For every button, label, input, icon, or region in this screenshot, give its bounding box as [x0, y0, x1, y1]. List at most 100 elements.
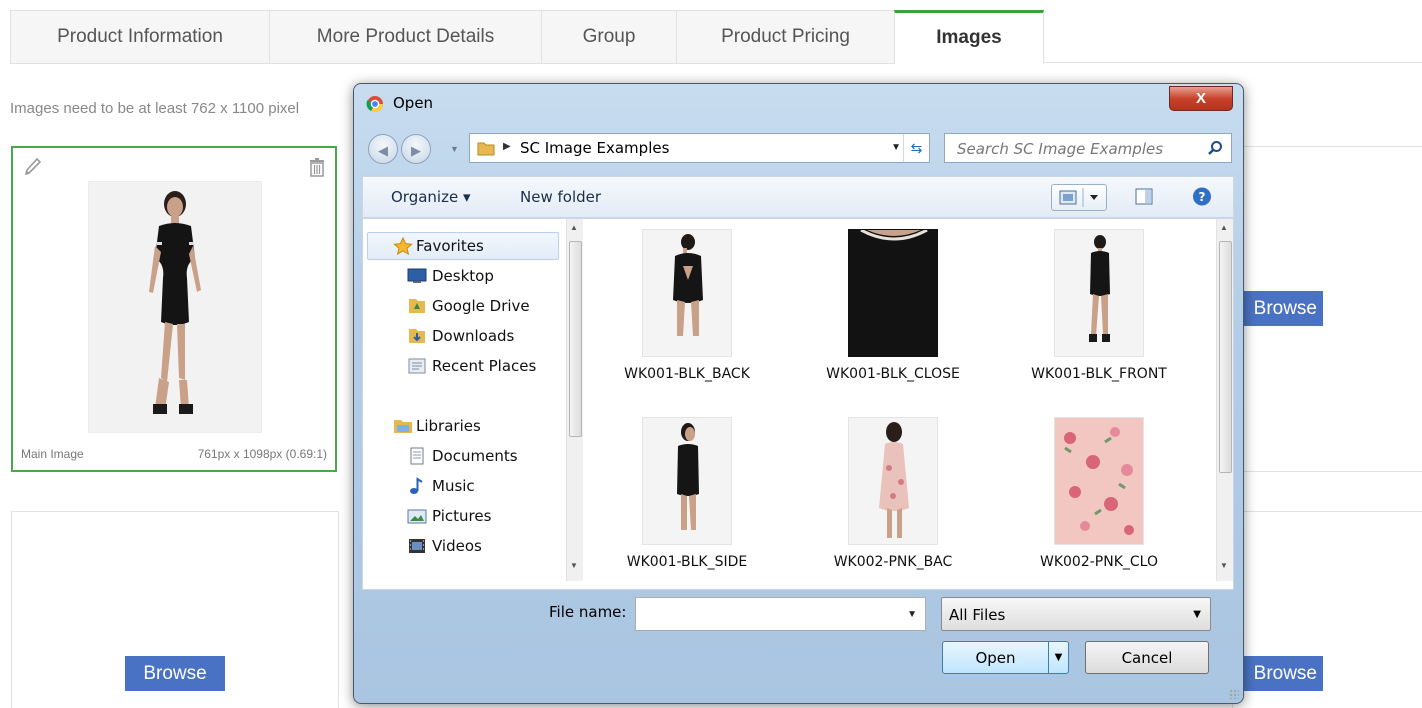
- open-file-dialog: Open X ◀ ▶ ▼ ▶ SC Image Examples ▼ ⇆ Sea…: [353, 83, 1244, 704]
- search-icon[interactable]: [1207, 140, 1223, 156]
- file-item[interactable]: WK002-PNK_CLO: [1029, 417, 1169, 571]
- navigation-scrollbar[interactable]: ▲ ▼: [566, 219, 583, 581]
- main-image-dimensions: 761px x 1098px (0.69:1): [197, 447, 327, 461]
- file-type-dropdown-icon[interactable]: ▼: [1193, 609, 1201, 620]
- nav-favorites[interactable]: Favorites: [416, 237, 484, 255]
- tab-images[interactable]: Images: [894, 10, 1044, 64]
- file-name[interactable]: WK001-BLK_FRONT: [1029, 365, 1169, 383]
- tab-more-product-details[interactable]: More Product Details: [269, 10, 542, 64]
- file-name[interactable]: WK002-PNK_BAC: [823, 553, 963, 571]
- search-placeholder[interactable]: Search SC Image Examples: [957, 140, 1163, 158]
- desktop-icon: [407, 267, 427, 285]
- file-thumbnail: [848, 417, 938, 545]
- file-type-select[interactable]: All Files ▼: [941, 597, 1211, 631]
- cancel-button[interactable]: Cancel: [1085, 641, 1209, 674]
- file-type-value[interactable]: All Files: [949, 606, 1005, 624]
- help-icon[interactable]: ?: [1189, 184, 1217, 211]
- tab-group[interactable]: Group: [541, 10, 677, 64]
- image-requirements-notice: Images need to be at least 762 x 1100 pi…: [10, 100, 300, 117]
- star-icon: [393, 236, 413, 255]
- file-name[interactable]: WK002-PNK_CLO: [1029, 553, 1169, 571]
- file-list-scrollbar[interactable]: ▲ ▼: [1216, 219, 1233, 581]
- scroll-down-icon[interactable]: ▼: [1220, 561, 1228, 570]
- resize-grip-icon[interactable]: [1229, 689, 1239, 699]
- file-name[interactable]: WK001-BLK_CLOSE: [823, 365, 963, 383]
- nav-recent-places[interactable]: Recent Places: [432, 357, 536, 375]
- scroll-down-icon[interactable]: ▼: [570, 561, 578, 570]
- open-button-label[interactable]: Open: [975, 649, 1015, 667]
- main-image-card[interactable]: Main Image 761px x 1098px (0.69:1): [11, 146, 337, 472]
- file-name-input[interactable]: ▼: [635, 597, 926, 631]
- back-arrow-icon: ◀: [378, 143, 388, 158]
- preview-pane-icon[interactable]: [1131, 184, 1159, 211]
- open-options-dropdown-icon[interactable]: ▼: [1048, 642, 1068, 673]
- tab-product-information[interactable]: Product Information: [10, 10, 270, 64]
- file-thumbnail: [1054, 417, 1144, 545]
- history-dropdown-icon[interactable]: ▼: [450, 144, 459, 154]
- view-options-button[interactable]: [1051, 184, 1107, 211]
- file-name[interactable]: WK001-BLK_SIDE: [617, 553, 757, 571]
- file-item[interactable]: WK001-BLK_FRONT: [1029, 229, 1169, 383]
- image-slot-right-bottom: Browse: [1232, 511, 1422, 708]
- file-item[interactable]: WK001-BLK_SIDE: [617, 417, 757, 571]
- videos-icon: [407, 537, 427, 555]
- file-thumbnail: [642, 229, 732, 357]
- tab-divider: [1044, 62, 1422, 63]
- dialog-body: Favorites Desktop Google Drive Downloads…: [362, 218, 1234, 590]
- file-thumbnail: [642, 417, 732, 545]
- address-bar[interactable]: ▶ SC Image Examples ▼ ⇆: [469, 133, 930, 163]
- navigation-pane: Favorites Desktop Google Drive Downloads…: [363, 219, 583, 581]
- file-name[interactable]: WK001-BLK_BACK: [617, 365, 757, 383]
- nav-music[interactable]: Music: [432, 477, 475, 495]
- google-drive-icon: [407, 297, 427, 315]
- main-image-label: Main Image: [21, 447, 84, 461]
- pencil-icon[interactable]: [23, 156, 43, 178]
- downloads-icon: [407, 327, 427, 345]
- pictures-icon: [407, 507, 427, 525]
- chrome-icon: [366, 95, 384, 113]
- breadcrumb-chevron-icon[interactable]: ▶: [503, 141, 511, 152]
- new-folder-button[interactable]: New folder: [520, 188, 601, 206]
- recent-places-icon: [407, 357, 427, 375]
- refresh-icon[interactable]: ⇆: [903, 134, 929, 162]
- navigation-scrollbar-thumb[interactable]: [569, 241, 582, 437]
- address-dropdown-icon[interactable]: ▼: [891, 142, 901, 153]
- nav-libraries[interactable]: Libraries: [416, 417, 481, 435]
- scroll-up-icon[interactable]: ▲: [570, 223, 578, 232]
- nav-google-drive[interactable]: Google Drive: [432, 297, 530, 315]
- image-slot-right-top: Browse: [1232, 146, 1422, 472]
- folder-icon: [477, 140, 495, 156]
- file-thumbnail: [848, 229, 938, 357]
- nav-videos[interactable]: Videos: [432, 537, 482, 555]
- scroll-up-icon[interactable]: ▲: [1220, 223, 1228, 232]
- browse-button-right-top[interactable]: Browse: [1233, 291, 1323, 326]
- file-list-scrollbar-thumb[interactable]: [1219, 241, 1232, 473]
- nav-documents[interactable]: Documents: [432, 447, 518, 465]
- tab-product-pricing[interactable]: Product Pricing: [676, 10, 895, 64]
- organize-button[interactable]: Organize ▾: [391, 188, 471, 206]
- address-path[interactable]: SC Image Examples: [520, 139, 669, 157]
- nav-downloads[interactable]: Downloads: [432, 327, 514, 345]
- file-thumbnail: [1054, 229, 1144, 357]
- nav-desktop[interactable]: Desktop: [432, 267, 494, 285]
- open-button[interactable]: Open ▼: [942, 641, 1069, 674]
- documents-icon: [407, 447, 427, 465]
- back-button[interactable]: ◀: [368, 134, 398, 164]
- empty-image-slot: Browse: [11, 511, 339, 708]
- music-icon: [407, 477, 427, 495]
- browse-button[interactable]: Browse: [125, 656, 225, 691]
- trash-icon[interactable]: [307, 156, 327, 178]
- main-image-thumbnail: [88, 181, 262, 433]
- dialog-title: Open: [393, 94, 434, 112]
- svg-text:?: ?: [1199, 190, 1206, 204]
- file-item[interactable]: WK001-BLK_CLOSE: [823, 229, 963, 383]
- file-item[interactable]: WK002-PNK_BAC: [823, 417, 963, 571]
- file-name-dropdown-icon[interactable]: ▼: [907, 609, 917, 620]
- forward-arrow-icon: ▶: [411, 143, 421, 158]
- search-box[interactable]: Search SC Image Examples: [944, 133, 1232, 163]
- forward-button[interactable]: ▶: [401, 134, 431, 164]
- close-button[interactable]: X: [1169, 86, 1233, 111]
- file-item[interactable]: WK001-BLK_BACK: [617, 229, 757, 383]
- nav-pictures[interactable]: Pictures: [432, 507, 491, 525]
- browse-button-right-bottom[interactable]: Browse: [1233, 656, 1323, 691]
